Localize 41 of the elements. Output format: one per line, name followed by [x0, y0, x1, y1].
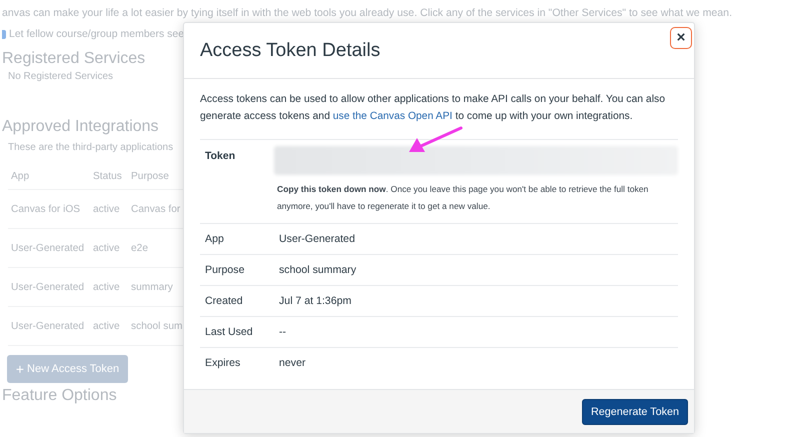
section-heading: Feature Options [2, 387, 117, 405]
description-text: Access tokens can be used to allow other applications to make API calls on your behalf. You can also generate access tokens and use the Canvas Open API to come up with your own integrations. [200, 91, 678, 140]
detail-label: App [205, 233, 225, 245]
detail-value: never [279, 357, 306, 369]
detail-value: -- [279, 326, 288, 338]
section-heading: Registered Services [2, 50, 146, 68]
detail-label: Last Used [205, 326, 254, 338]
table-cell-text: e2e [130, 242, 149, 254]
empty-message: No Registered Services [8, 71, 114, 82]
checkbox[interactable] [2, 30, 6, 38]
table-cell-text: User-Generated [10, 282, 86, 292]
table-cell-text: summary [130, 282, 174, 292]
api-link[interactable]: use the Canvas Open API [332, 111, 452, 122]
section-description: These are the third-party applications [8, 142, 174, 153]
field-label: Token [205, 149, 236, 164]
table-cell-text: User-Generated [10, 242, 86, 254]
table-cell-text: Canvas for iOS [10, 204, 82, 214]
dialog-title: Access Token Details [200, 40, 380, 62]
section-heading: Approved Integrations [2, 118, 159, 136]
detail-label: Created [205, 295, 244, 307]
table-cell-text: Canvas for [130, 204, 182, 214]
column-header: Purpose [130, 170, 170, 182]
detail-value: school summary [279, 264, 358, 276]
regenerate-token-button[interactable]: Regenerate Token [582, 398, 688, 424]
annotation-arrow [409, 126, 462, 152]
table-cell-text: User-Generated [10, 320, 86, 332]
column-header: App [10, 170, 30, 182]
table-cell-text: active [92, 242, 121, 254]
detail-value: Jul 7 at 1:36pm [279, 295, 352, 307]
token-note: Copy this token down now. Once you leave this page you won't be able to retrieve the full token anymore, you'll have to regenerate it to get a new value. [276, 183, 650, 213]
intro-text: anvas can make your life a lot easier by tying itself in with the web tools you already use. Click any of the services in "Other Services" to see what we mean. [2, 6, 732, 21]
table-cell-text: active [92, 204, 121, 214]
table-cell-text: school sum [130, 320, 183, 332]
table-cell-text: active [92, 282, 121, 292]
detail-value: User-Generated [279, 233, 356, 245]
checkbox-label: Let fellow course/group members see [9, 28, 184, 40]
detail-label: Expires [205, 357, 242, 369]
close-button[interactable]: × [670, 26, 692, 48]
column-header: Status [92, 170, 123, 182]
table-cell-text: active [92, 320, 121, 332]
detail-label: Purpose [205, 264, 246, 276]
